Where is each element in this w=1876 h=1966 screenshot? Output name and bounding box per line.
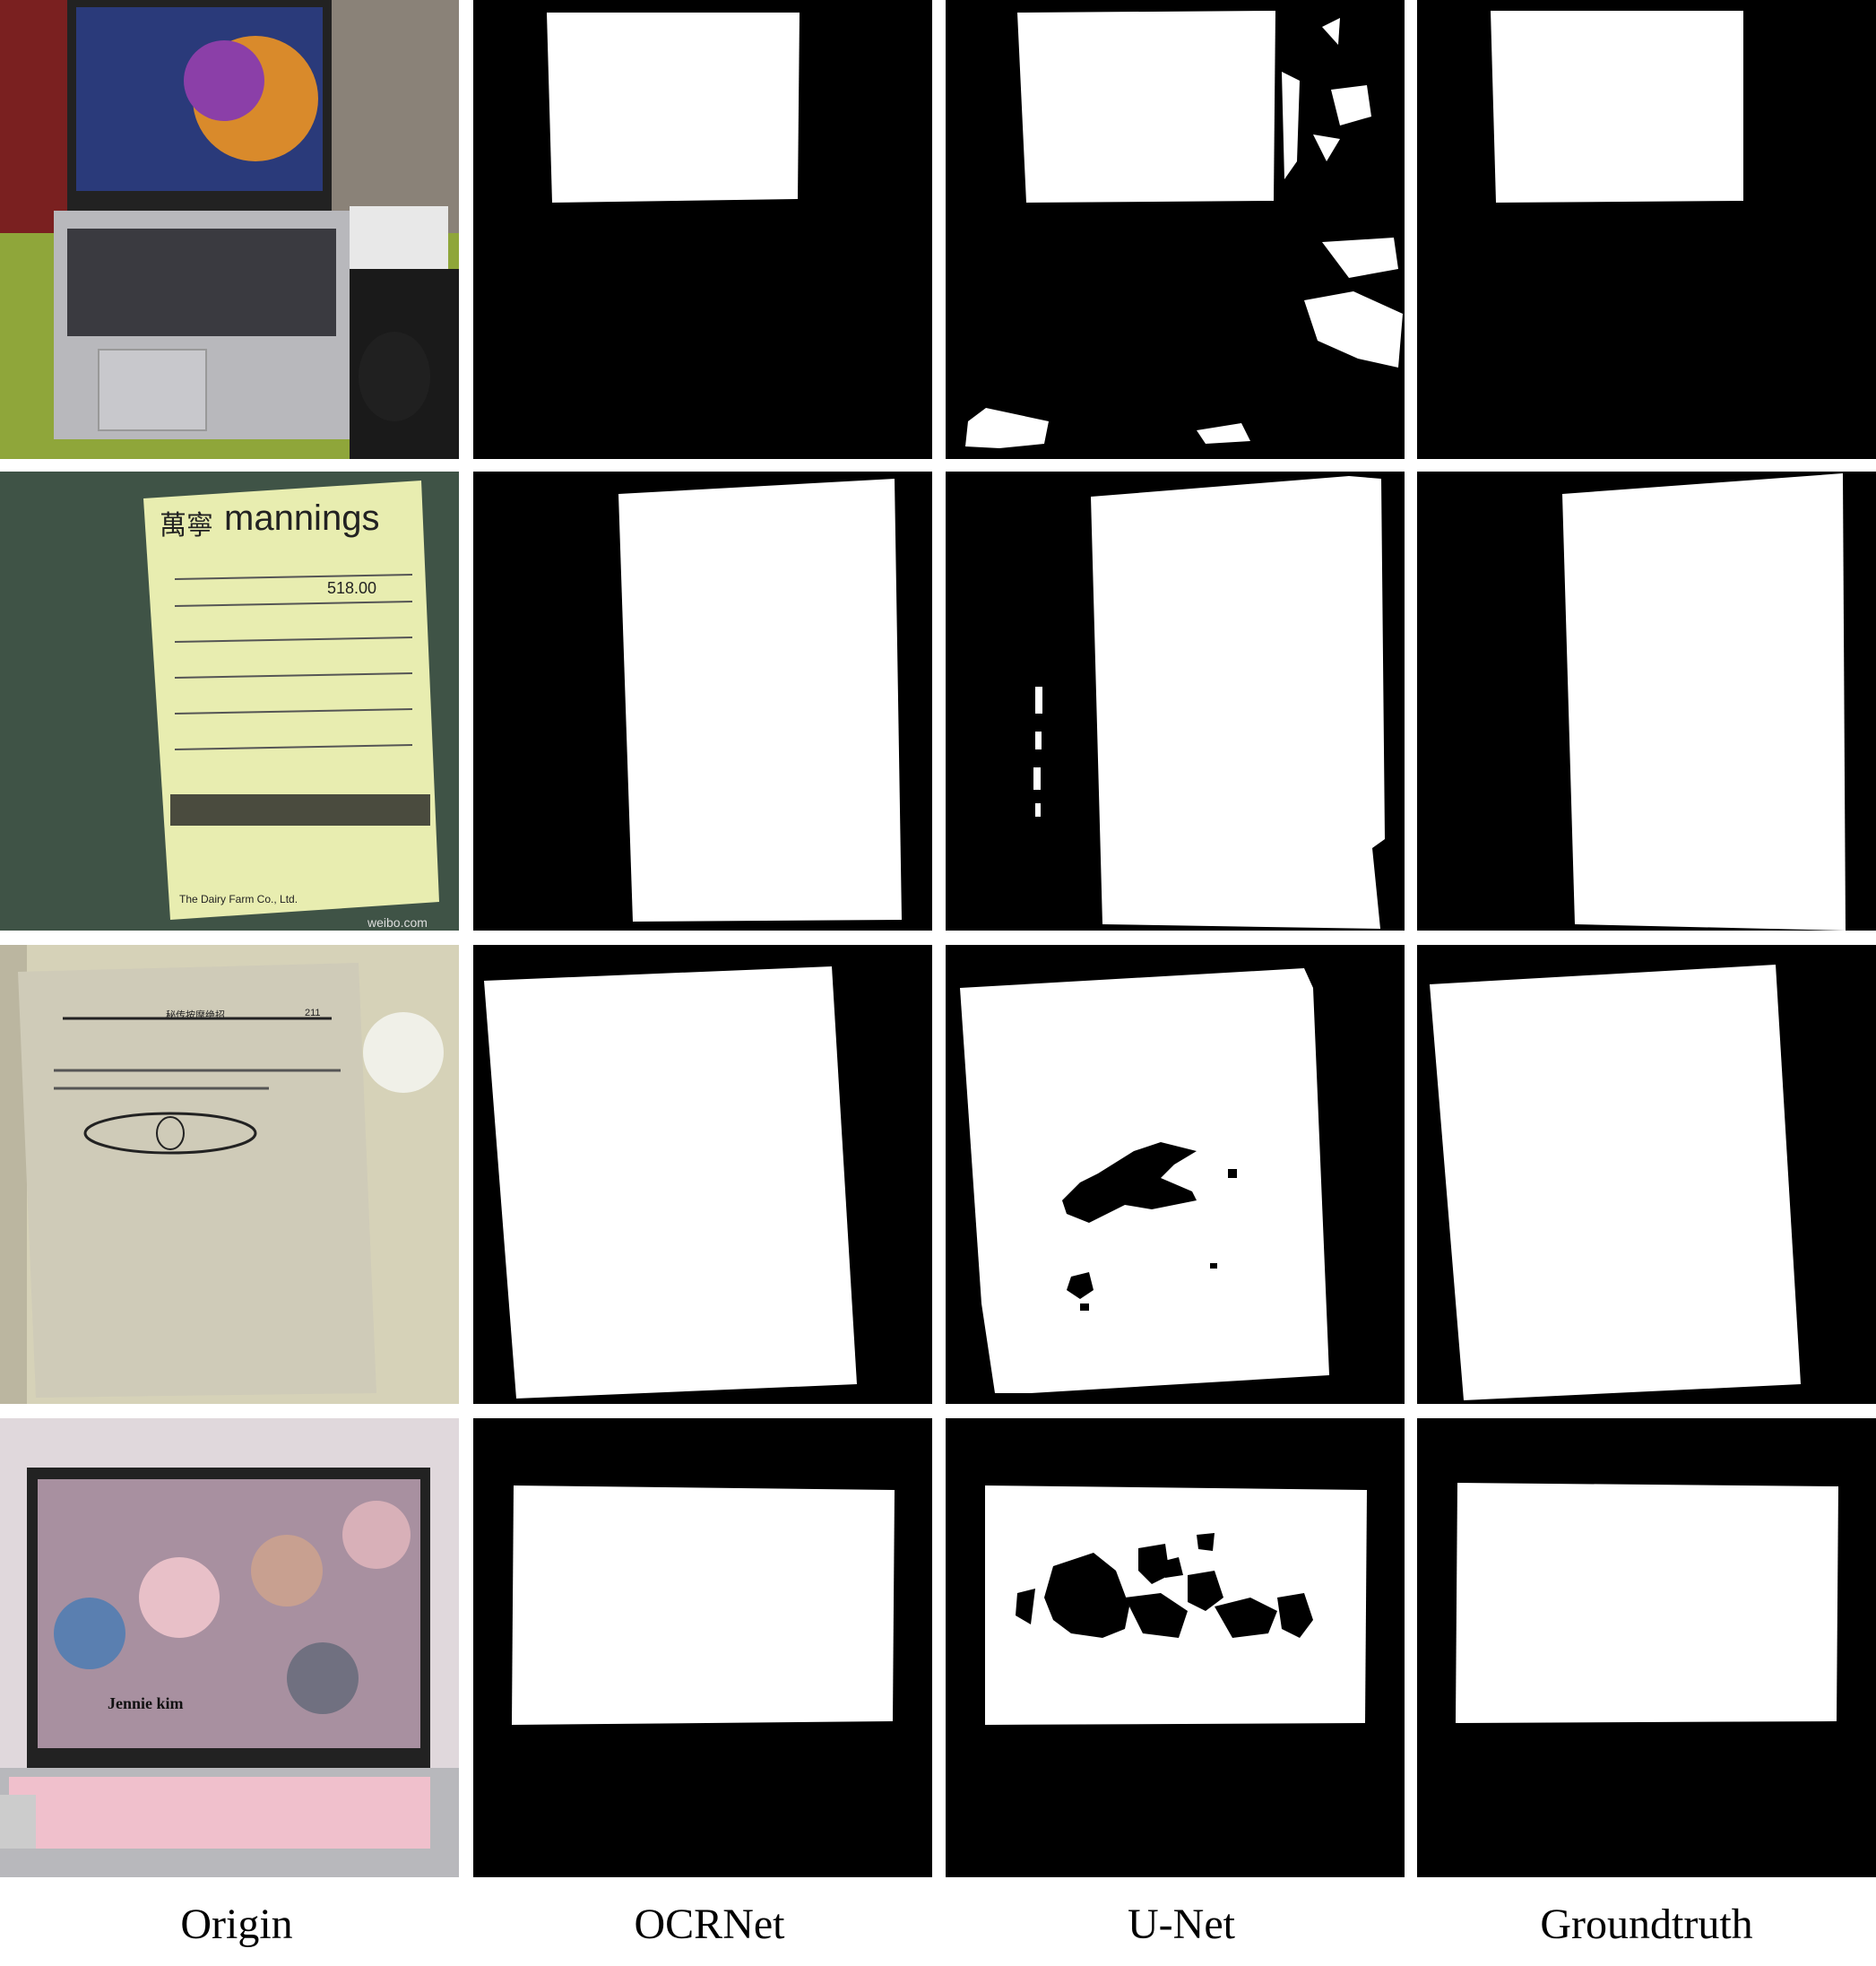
laptop-photo — [0, 0, 459, 459]
unet-mask-row2 — [946, 472, 1405, 931]
receipt-amount: 518.00 — [327, 579, 377, 597]
book-photo — [0, 945, 459, 1404]
document-region — [547, 13, 800, 203]
receipt-footer: The Dairy Farm Co., Ltd. — [179, 893, 298, 905]
origin-image-row4: Jennie kim — [0, 1418, 459, 1877]
groundtruth-mask-row1 — [1417, 0, 1876, 459]
document-region — [1017, 11, 1275, 203]
document-region — [1430, 965, 1801, 1400]
document-region — [1456, 1483, 1838, 1723]
document-region — [1562, 473, 1846, 931]
ocrnet-mask-row3 — [473, 945, 932, 1404]
column-label-unet: U-Net — [1128, 1901, 1235, 1948]
ocrnet-mask-row2 — [473, 472, 932, 931]
groundtruth-mask-row4 — [1417, 1418, 1876, 1877]
groundtruth-mask-row2 — [1417, 472, 1876, 931]
receipt-photo — [0, 472, 459, 931]
unet-mask-row3 — [946, 945, 1405, 1404]
book-page-number: 211 — [305, 1008, 321, 1018]
document-region — [618, 479, 902, 922]
receipt-brand-cn: 萬寧 — [160, 511, 213, 541]
origin-image-row2: 萬寧 mannings 518.00 The Dairy Farm Co., L… — [0, 472, 459, 931]
document-region — [1491, 11, 1743, 203]
watermark: weibo.com — [367, 915, 428, 930]
book-header-title: 秘传按摩绝招 — [166, 1010, 225, 1021]
document-region — [512, 1485, 895, 1725]
document-region — [484, 966, 857, 1399]
column-label-ocrnet: OCRNet — [634, 1901, 785, 1948]
ocrnet-mask-row1 — [473, 0, 932, 459]
document-region — [1091, 476, 1385, 929]
unet-mask-row1 — [946, 0, 1405, 459]
unet-mask-row4 — [946, 1418, 1405, 1877]
ocrnet-mask-row4 — [473, 1418, 932, 1877]
column-label-groundtruth: Groundtruth — [1540, 1901, 1753, 1948]
origin-image-row1 — [0, 0, 459, 459]
origin-image-row3: 秘传按摩绝招 211 — [0, 945, 459, 1404]
groundtruth-mask-row3 — [1417, 945, 1876, 1404]
receipt-brand: mannings — [224, 498, 380, 538]
laptop-photo — [0, 1418, 459, 1877]
wallpaper-caption: Jennie kim — [108, 1694, 184, 1712]
column-label-origin: Origin — [180, 1901, 293, 1948]
